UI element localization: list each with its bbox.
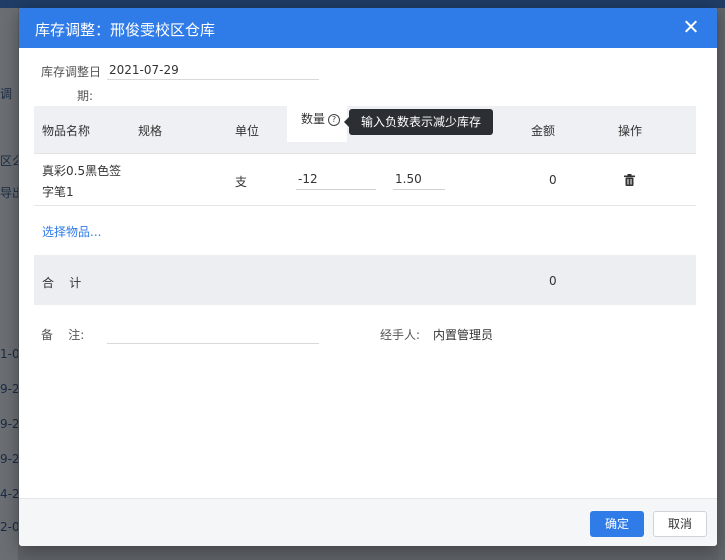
background-fragment: 调	[0, 87, 13, 101]
item-name-line1: 真彩0.5黑色签	[42, 164, 122, 178]
header-spec: 规格	[138, 124, 163, 138]
header-unit: 单位	[235, 124, 260, 138]
total-row: 合 计 0	[34, 255, 696, 305]
background-topbar	[0, 0, 725, 8]
header-qty-label: 数量	[301, 112, 326, 126]
item-amount: 0	[549, 173, 557, 187]
confirm-button[interactable]: 确定	[590, 511, 644, 537]
header-action: 操作	[618, 124, 643, 138]
table-row: 真彩0.5黑色签 字笔1 支 0	[34, 153, 696, 206]
background-fragment: 9-2	[0, 452, 18, 466]
item-name-line2: 字笔1	[42, 185, 74, 199]
price-input[interactable]	[393, 168, 445, 190]
item-unit: 支	[235, 175, 248, 189]
background-fragment: 导出	[0, 186, 18, 200]
dialog-header: 库存调整：邢俊雯校区仓库	[19, 8, 717, 48]
qty-tooltip: 输入负数表示减少库存	[344, 109, 493, 135]
background-fragment: 1-0	[0, 347, 18, 361]
remark-input[interactable]	[107, 324, 319, 344]
trash-icon[interactable]	[624, 174, 635, 186]
stock-adjust-dialog: 库存调整：邢俊雯校区仓库 库存调整日 期: 物品名称 规格 单位 数量? 金额 …	[19, 8, 717, 546]
total-label: 合 计	[42, 276, 82, 290]
background-fragment: 9-2	[0, 382, 18, 396]
qty-input[interactable]	[296, 168, 376, 190]
background-fragment: 2-0	[0, 520, 18, 534]
adjust-date-input[interactable]	[107, 60, 319, 80]
background-fragment: 9-2	[0, 417, 18, 431]
dialog-footer: 确定 取消	[19, 498, 717, 546]
dialog-title: 库存调整：邢俊雯校区仓库	[35, 21, 216, 39]
header-qty: 数量?	[301, 110, 341, 127]
cancel-button[interactable]: 取消	[653, 511, 707, 537]
date-label: 库存调整日	[41, 65, 102, 79]
help-icon[interactable]: ?	[328, 114, 341, 126]
handler-value: 内置管理员	[433, 328, 494, 342]
remark-label: 备 注:	[41, 328, 85, 342]
select-items-link[interactable]: 选择物品...	[42, 223, 101, 240]
background-right-strip	[718, 8, 725, 560]
background-fragment: 4-2	[0, 487, 18, 501]
close-icon[interactable]	[681, 17, 701, 37]
date-label-suffix: 期:	[77, 89, 94, 103]
background-fragment: 区么	[0, 154, 18, 168]
header-name: 物品名称	[42, 124, 91, 138]
total-amount: 0	[549, 274, 557, 288]
header-amount: 金额	[531, 124, 556, 138]
handler-label: 经手人:	[380, 328, 421, 342]
